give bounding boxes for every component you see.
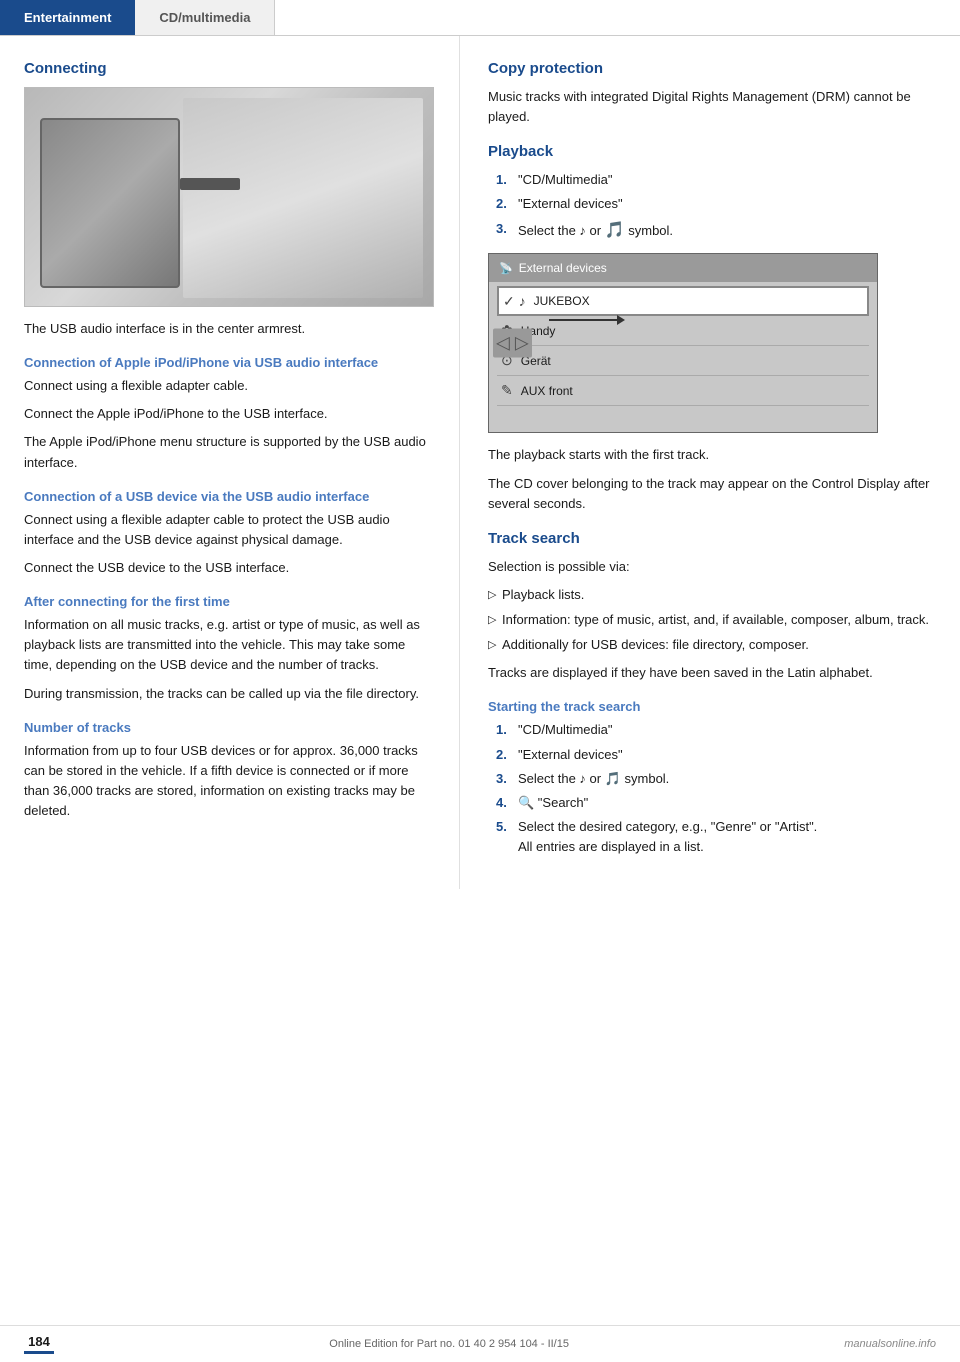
- left-column: Connecting The USB audio interface is in…: [0, 36, 460, 889]
- track-search-intro: Selection is possible via:: [488, 557, 936, 577]
- copy-protection-title: Copy protection: [488, 60, 936, 77]
- screen-row-aux-icon: ✎: [501, 382, 513, 399]
- apple-p2: Connect the Apple iPod/iPhone to the USB…: [24, 404, 435, 424]
- track-search-note: Tracks are displayed if they have been s…: [488, 663, 936, 683]
- usb-device-image-right: [183, 98, 423, 298]
- starting-item-1-text: "CD/Multimedia": [518, 720, 612, 740]
- bullet-item-1: ▷ Playback lists.: [488, 585, 936, 605]
- starting-item-3-num: 3.: [496, 769, 518, 789]
- track-search-title: Track search: [488, 530, 936, 547]
- page-number-underline: [24, 1351, 54, 1354]
- starting-item-2-text: "External devices": [518, 745, 623, 765]
- screen-row-gerat: ⊙ Gerät: [497, 346, 869, 376]
- main-content: Connecting The USB audio interface is in…: [0, 36, 960, 889]
- starting-list: 1. "CD/Multimedia" 2. "External devices"…: [496, 720, 936, 857]
- playback-note1: The playback starts with the first track…: [488, 445, 936, 465]
- bullet-arrow-3: ▷: [488, 635, 502, 655]
- usb-p1: Connect using a flexible adapter cable t…: [24, 510, 435, 550]
- bullet-arrow-2: ▷: [488, 610, 502, 630]
- usb-device-image-left: [40, 118, 180, 288]
- playback-note2: The CD cover belonging to the track may …: [488, 474, 936, 514]
- apple-section-title: Connection of Apple iPod/iPhone via USB …: [24, 355, 435, 370]
- bullet-item-3: ▷ Additionally for USB devices: file dir…: [488, 635, 936, 655]
- starting-item-1-num: 1.: [496, 720, 518, 740]
- playback-item-3-text: Select the ♪ or 🎵 symbol.: [518, 219, 673, 244]
- page-number-container: 184: [24, 1334, 54, 1354]
- first-time-p1: Information on all music tracks, e.g. ar…: [24, 615, 435, 675]
- connecting-title: Connecting: [24, 60, 435, 77]
- starting-item-5-num: 5.: [496, 817, 518, 857]
- tab-cd-multimedia[interactable]: CD/multimedia: [135, 0, 275, 35]
- bullet-item-2: ▷ Information: type of music, artist, an…: [488, 610, 936, 630]
- bullet-text-1: Playback lists.: [502, 585, 584, 605]
- playback-item-1: 1. "CD/Multimedia": [496, 170, 936, 190]
- right-column: Copy protection Music tracks with integr…: [460, 36, 960, 889]
- playback-item-3-num: 3.: [496, 219, 518, 244]
- starting-item-2: 2. "External devices": [496, 745, 936, 765]
- starting-item-4: 4. 🔍 "Search": [496, 793, 936, 813]
- starting-item-3-text: Select the ♪ or 🎵 symbol.: [518, 769, 669, 789]
- page-number: 184: [28, 1334, 50, 1349]
- tab-cd-multimedia-label: CD/multimedia: [159, 10, 250, 25]
- bullet-arrow-1: ▷: [488, 585, 502, 605]
- starting-title: Starting the track search: [488, 699, 936, 714]
- playback-item-2-text: "External devices": [518, 194, 623, 214]
- screen-body: ✓ ♪ JUKEBOX ✿ Handy ⊙ Gerät ✎ AUX front: [489, 282, 877, 432]
- tab-entertainment[interactable]: Entertainment: [0, 0, 135, 35]
- footer: 184 Online Edition for Part no. 01 40 2 …: [0, 1325, 960, 1362]
- playback-item-1-text: "CD/Multimedia": [518, 170, 612, 190]
- number-tracks-p1: Information from up to four USB devices …: [24, 741, 435, 822]
- screen-row-jukebox: ✓ ♪ JUKEBOX: [497, 286, 869, 316]
- usb-section-title: Connection of a USB device via the USB a…: [24, 489, 435, 504]
- screen-left-arrow: ◁ ▷: [493, 329, 532, 358]
- usb-description: The USB audio interface is in the center…: [24, 319, 435, 339]
- bullet-text-3: Additionally for USB devices: file direc…: [502, 635, 809, 655]
- footer-center-text: Online Edition for Part no. 01 40 2 954 …: [329, 1338, 569, 1350]
- starting-item-4-text: 🔍 "Search": [518, 793, 588, 813]
- screen-pointer: [549, 319, 619, 321]
- apple-p1: Connect using a flexible adapter cable.: [24, 376, 435, 396]
- page-header: Entertainment CD/multimedia: [0, 0, 960, 36]
- track-search-bullets: ▷ Playback lists. ▷ Information: type of…: [488, 585, 936, 655]
- copy-protection-p1: Music tracks with integrated Digital Rig…: [488, 87, 936, 127]
- footer-logo: manualsonline.info: [844, 1338, 936, 1350]
- starting-item-4-num: 4.: [496, 793, 518, 813]
- starting-item-1: 1. "CD/Multimedia": [496, 720, 936, 740]
- apple-p3: The Apple iPod/iPhone menu structure is …: [24, 432, 435, 472]
- bullet-text-2: Information: type of music, artist, and,…: [502, 610, 929, 630]
- starting-item-2-num: 2.: [496, 745, 518, 765]
- screen-row-jukebox-icon: ✓ ♪: [503, 293, 526, 310]
- starting-item-3: 3. Select the ♪ or 🎵 symbol.: [496, 769, 936, 789]
- screen-row-jukebox-text: JUKEBOX: [534, 294, 590, 308]
- playback-item-2-num: 2.: [496, 194, 518, 214]
- usb-image: [24, 87, 434, 307]
- screen-row-aux-text: AUX front: [521, 384, 573, 398]
- usb-p2: Connect the USB device to the USB interf…: [24, 558, 435, 578]
- screen-image: 📡 External devices ✓ ♪ JUKEBOX ✿ Handy ⊙…: [488, 253, 878, 433]
- first-time-p2: During transmission, the tracks can be c…: [24, 684, 435, 704]
- screen-wifi-icon: 📡: [499, 262, 513, 275]
- usb-plug-image: [180, 178, 240, 190]
- playback-item-3: 3. Select the ♪ or 🎵 symbol.: [496, 219, 936, 244]
- playback-item-2: 2. "External devices": [496, 194, 936, 214]
- first-time-title: After connecting for the first time: [24, 594, 435, 609]
- playback-list: 1. "CD/Multimedia" 2. "External devices"…: [496, 170, 936, 243]
- starting-item-5-text: Select the desired category, e.g., "Genr…: [518, 817, 817, 857]
- screen-inner: 📡 External devices ✓ ♪ JUKEBOX ✿ Handy ⊙…: [489, 254, 877, 432]
- screen-header-text: External devices: [519, 261, 607, 275]
- starting-item-5: 5. Select the desired category, e.g., "G…: [496, 817, 936, 857]
- playback-title: Playback: [488, 143, 936, 160]
- tab-entertainment-label: Entertainment: [24, 10, 111, 25]
- screen-header-bar: 📡 External devices: [489, 254, 877, 282]
- screen-row-aux: ✎ AUX front: [497, 376, 869, 406]
- number-tracks-title: Number of tracks: [24, 720, 435, 735]
- playback-item-1-num: 1.: [496, 170, 518, 190]
